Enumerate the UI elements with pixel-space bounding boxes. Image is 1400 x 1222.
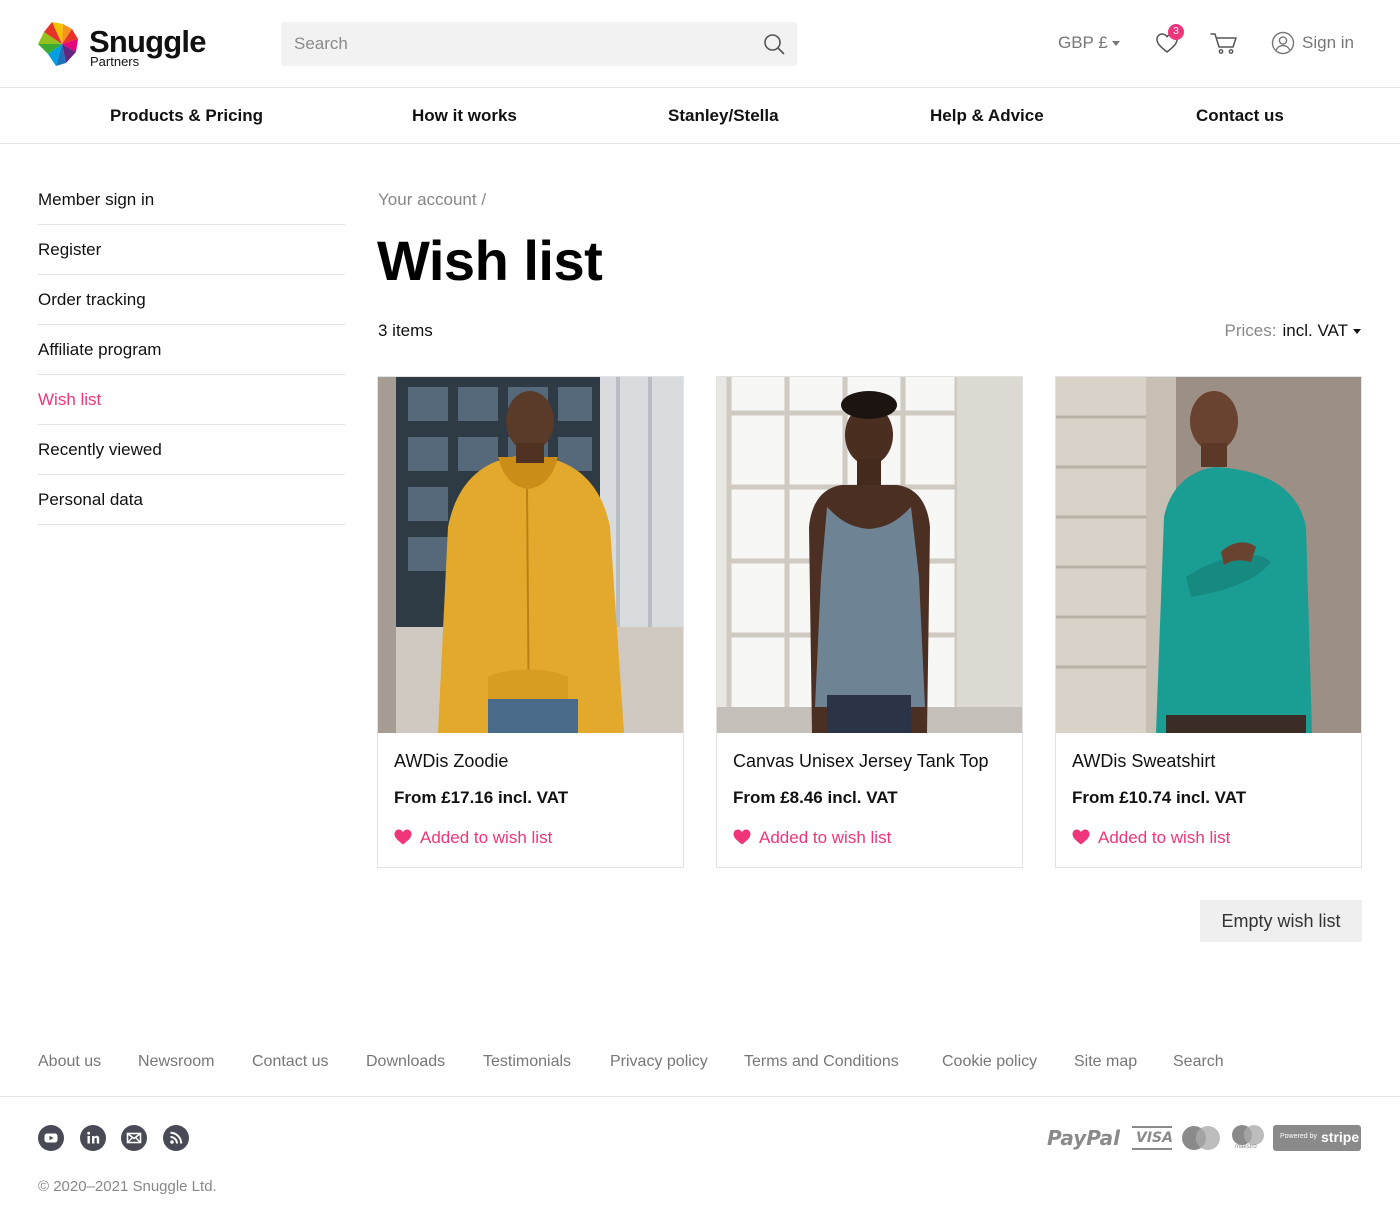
sidebar-item-recently-viewed[interactable]: Recently viewed [38, 425, 345, 475]
wishlist-count-badge: 3 [1168, 24, 1184, 40]
footer-link-cookie-policy[interactable]: Cookie policy [942, 1053, 1037, 1071]
snuggle-logo-mark [38, 22, 78, 66]
search-bar [281, 22, 797, 66]
account-sidebar: Member sign in Register Order tracking A… [38, 175, 345, 525]
copyright: © 2020–2021 Snuggle Ltd. [38, 1178, 217, 1195]
nav-contact-us[interactable]: Contact us [1196, 106, 1284, 126]
prices-label: Prices: [1224, 321, 1277, 340]
paypal-logo: PayPal [1047, 1126, 1121, 1150]
product-price: From £17.16 incl. VAT [394, 788, 569, 807]
user-icon [1271, 31, 1295, 55]
cart-icon[interactable] [1210, 31, 1238, 55]
currency-label: GBP £ [1058, 33, 1108, 52]
search-icon[interactable] [763, 33, 785, 55]
product-image[interactable] [717, 377, 1022, 733]
logo-subtitle: Partners [90, 54, 140, 69]
nav-help-advice[interactable]: Help & Advice [930, 106, 1044, 126]
page-title: Wish list [377, 229, 603, 292]
visa-logo: VISA [1132, 1124, 1173, 1152]
heart-filled-icon [394, 829, 412, 845]
footer-link-contact-us[interactable]: Contact us [252, 1053, 328, 1071]
wishlist-status: Added to wish list [420, 828, 553, 847]
prices-value: incl. VAT [1282, 321, 1349, 340]
search-input[interactable] [281, 22, 751, 66]
footer-link-downloads[interactable]: Downloads [366, 1053, 445, 1071]
product-name[interactable]: Canvas Unisex Jersey Tank Top [733, 751, 988, 772]
heart-filled-icon [733, 829, 751, 845]
footer-link-newsroom[interactable]: Newsroom [138, 1053, 214, 1071]
footer-link-site-map[interactable]: Site map [1074, 1053, 1137, 1071]
footer-link-about-us[interactable]: About us [38, 1053, 101, 1071]
footer-divider [0, 1096, 1400, 1097]
email-icon[interactable] [121, 1125, 147, 1151]
mastercard-logo [1181, 1124, 1221, 1152]
footer-link-terms-and-conditions[interactable]: Terms and Conditions [744, 1053, 899, 1071]
chevron-down-icon [1111, 41, 1120, 47]
sidebar-item-order-tracking[interactable]: Order tracking [38, 275, 345, 325]
price-mode-selector[interactable]: Prices: incl. VAT [1225, 321, 1361, 341]
heart-filled-icon [1072, 829, 1090, 845]
wishlist-status: Added to wish list [1098, 828, 1231, 847]
product-name[interactable]: AWDis Zoodie [394, 751, 508, 772]
product-price: From £8.46 incl. VAT [733, 788, 898, 807]
product-price: From £10.74 incl. VAT [1072, 788, 1247, 807]
sidebar-item-affiliate-program[interactable]: Affiliate program [38, 325, 345, 375]
product-card[interactable]: Canvas Unisex Jersey Tank Top From £8.46… [716, 376, 1023, 868]
empty-wish-list-button[interactable]: Empty wish list [1200, 900, 1362, 942]
product-name[interactable]: AWDis Sweatshirt [1072, 751, 1215, 772]
footer-links: About us Newsroom Contact us Downloads T… [38, 1053, 1368, 1075]
wishlist-status: Added to wish list [759, 828, 892, 847]
site-header: Snuggle Partners GBP £ 3 Sign in [0, 0, 1400, 88]
sidebar-item-member-sign-in[interactable]: Member sign in [38, 175, 345, 225]
main-navigation: Products & Pricing How it works Stanley/… [0, 88, 1400, 144]
stripe-logo: Powered by stripe [1273, 1125, 1361, 1151]
nav-stanley-stella[interactable]: Stanley/Stella [668, 106, 779, 126]
product-card[interactable]: AWDis Sweatshirt From £10.74 incl. VAT A… [1055, 376, 1362, 868]
nav-products-pricing[interactable]: Products & Pricing [110, 106, 263, 126]
footer-link-search[interactable]: Search [1173, 1053, 1224, 1071]
product-image[interactable] [378, 377, 683, 733]
rss-icon[interactable] [163, 1125, 189, 1151]
product-image[interactable] [1056, 377, 1361, 733]
footer-link-testimonials[interactable]: Testimonials [483, 1053, 571, 1071]
youtube-icon[interactable] [38, 1125, 64, 1151]
sidebar-item-wish-list[interactable]: Wish list [38, 375, 345, 425]
footer-link-privacy-policy[interactable]: Privacy policy [610, 1053, 708, 1071]
currency-selector[interactable]: GBP £ [1058, 33, 1120, 53]
sign-in-label: Sign in [1302, 33, 1354, 52]
maestro-logo: maestro [1231, 1124, 1265, 1152]
product-card[interactable]: AWDis Zoodie From £17.16 incl. VAT Added… [377, 376, 684, 868]
site-logo[interactable]: Snuggle Partners [38, 20, 208, 70]
breadcrumb[interactable]: Your account / [378, 190, 486, 210]
sidebar-item-register[interactable]: Register [38, 225, 345, 275]
chevron-down-icon [1353, 329, 1361, 335]
linkedin-icon[interactable] [80, 1125, 106, 1151]
nav-how-it-works[interactable]: How it works [412, 106, 517, 126]
item-count: 3 items [378, 321, 433, 340]
sidebar-item-personal-data[interactable]: Personal data [38, 475, 345, 525]
